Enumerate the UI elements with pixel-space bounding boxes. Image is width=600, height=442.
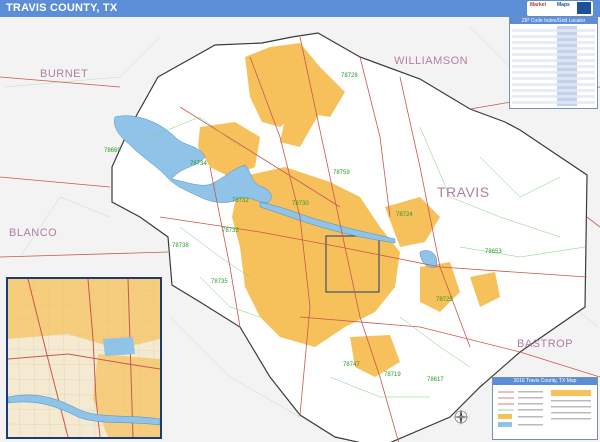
inset-streets bbox=[8, 279, 160, 437]
logo-left-text: Market bbox=[530, 2, 547, 8]
county-label-travis: TRAVIS bbox=[437, 184, 490, 200]
county-label-blanco: BLANCO bbox=[9, 227, 58, 239]
legend-swatches bbox=[498, 390, 591, 427]
map-legend: 2016 Travis County, TX Map bbox=[492, 377, 598, 440]
zip-index-title: ZIP Code Index/Grid Locator bbox=[510, 18, 597, 24]
compass-rose-icon bbox=[453, 409, 469, 425]
zip-label: 78719 bbox=[384, 372, 401, 378]
zip-label: 78738 bbox=[172, 243, 189, 249]
county-label-williamson: WILLIAMSON bbox=[394, 55, 469, 67]
zip-label: 78730 bbox=[292, 201, 309, 207]
zip-label: 78653 bbox=[485, 249, 502, 255]
map-page: TRAVIS COUNTY, TX Market Maps BURNET WIL… bbox=[0, 0, 600, 442]
title-bar: TRAVIS COUNTY, TX Market Maps bbox=[0, 0, 600, 17]
zip-label: 78733 bbox=[222, 228, 239, 234]
zip-label: 78725 bbox=[436, 297, 453, 303]
downtown-inset-map bbox=[6, 277, 162, 439]
map-title: TRAVIS COUNTY, TX bbox=[6, 2, 118, 14]
county-label-burnet: BURNET bbox=[40, 68, 89, 80]
zip-label: 78724 bbox=[396, 212, 413, 218]
zip-label: 78728 bbox=[341, 73, 358, 79]
zip-label: 78759 bbox=[333, 170, 350, 176]
legend-title: 2016 Travis County, TX Map bbox=[493, 378, 597, 385]
publisher-logo: Market Maps bbox=[527, 1, 593, 16]
logo-right-text: Maps bbox=[557, 2, 570, 8]
zip-label: 78617 bbox=[427, 377, 444, 383]
logo-badge-icon bbox=[577, 2, 591, 14]
zip-code-index: ZIP Code Index/Grid Locator bbox=[509, 17, 598, 109]
legend-body bbox=[496, 388, 594, 436]
zip-label: 78735 bbox=[211, 279, 228, 285]
zip-label: 78669 bbox=[104, 148, 121, 154]
zip-label: 78747 bbox=[343, 362, 360, 368]
zip-label: 78734 bbox=[190, 161, 207, 167]
zip-index-rows bbox=[512, 26, 595, 106]
zip-label: 78732 bbox=[232, 198, 249, 204]
county-label-bastrop: BASTROP bbox=[517, 338, 574, 350]
